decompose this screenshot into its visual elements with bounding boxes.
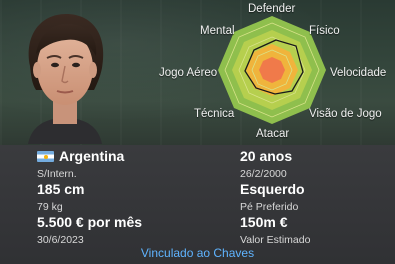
radar-label-tecnica: Técnica (194, 108, 235, 120)
height: 185 cm (37, 181, 85, 197)
argentina-flag-icon (37, 151, 54, 162)
contract-end-date: 30/6/2023 (37, 234, 84, 246)
nationality: Argentina (59, 148, 125, 164)
radar-label-atacar: Atacar (256, 128, 290, 140)
radar-label-velocidade: Velocidade (330, 67, 387, 79)
international-status: S/Intern. (37, 168, 77, 180)
player-portrait (28, 14, 104, 144)
age: 20 anos (240, 148, 293, 164)
estimated-value-label: Valor Estimado (240, 234, 311, 246)
weight: 79 kg (37, 201, 63, 213)
radar-label-defender: Defender (248, 3, 296, 15)
player-overview-panel: Defender Mental Físico Jogo Aéreo Veloci… (0, 0, 395, 264)
radar-label-visao-de-jogo: Visão de Jogo (309, 108, 382, 120)
radar-label-fisico: Físico (309, 25, 340, 37)
estimated-value: 150m € (240, 214, 288, 230)
date-of-birth: 26/2/2000 (240, 168, 287, 180)
wage: 5.500 € por mês (37, 214, 143, 230)
preferred-foot-label: Pé Preferido (240, 201, 299, 213)
attribute-radar: Defender Mental Físico Jogo Aéreo Veloci… (150, 0, 395, 145)
radar-label-jogo-aereo: Jogo Aéreo (159, 67, 218, 79)
contract-club-link[interactable]: Vinculado ao Chaves (0, 246, 395, 260)
radar-label-mental: Mental (200, 25, 235, 37)
preferred-foot: Esquerdo (240, 181, 305, 197)
